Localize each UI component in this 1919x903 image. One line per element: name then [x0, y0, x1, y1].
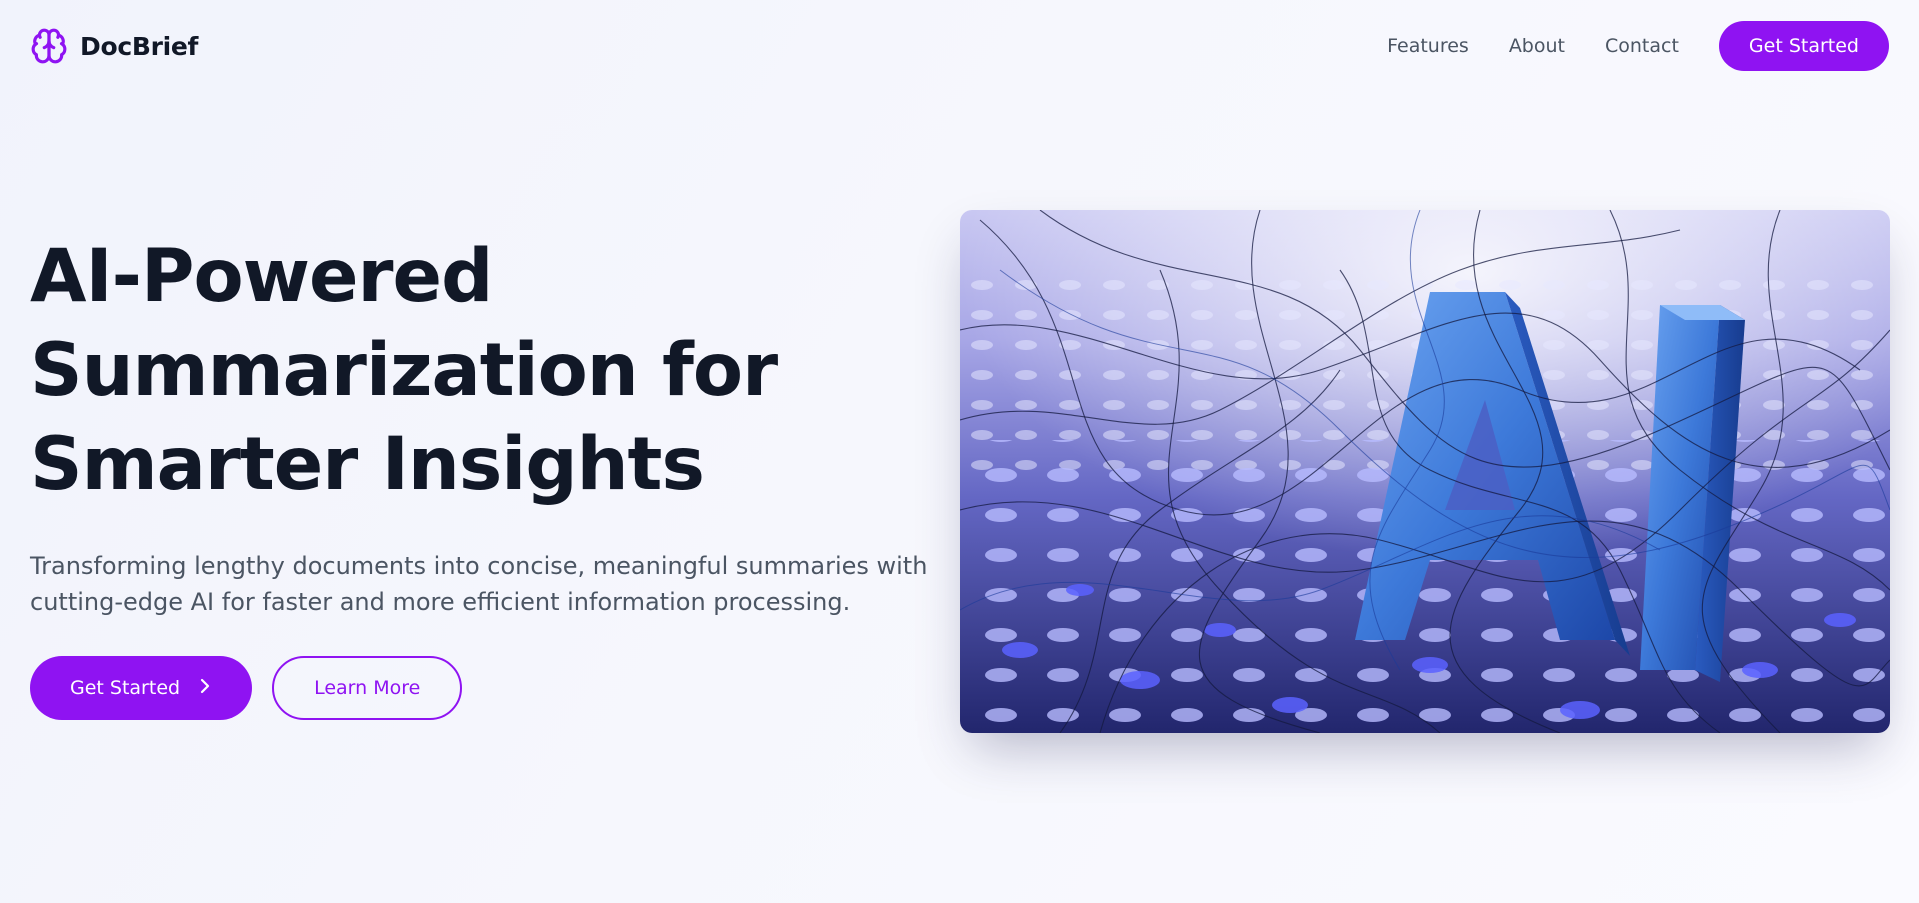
- brain-icon: [30, 27, 68, 65]
- nav-link-contact[interactable]: Contact: [1605, 35, 1679, 57]
- chevron-right-icon: [198, 677, 212, 700]
- hero-get-started-button[interactable]: Get Started: [30, 656, 253, 720]
- hero-title: AI-Powered Summarization for Smarter Ins…: [30, 234, 778, 507]
- nav-get-started-button[interactable]: Get Started: [1718, 21, 1889, 71]
- brand-logo[interactable]: DocBrief: [30, 27, 198, 65]
- nav-menu: Features About Contact Get Started: [1387, 21, 1889, 71]
- hero-learn-more-button[interactable]: Learn More: [272, 656, 463, 720]
- hero-subtitle: Transforming lengthy documents into conc…: [30, 552, 928, 616]
- nav-link-about[interactable]: About: [1509, 35, 1565, 57]
- hero-ai-illustration: [960, 210, 1890, 733]
- hero-buttons: Get Started Learn More: [30, 656, 950, 720]
- top-navbar: DocBrief Features About Contact Get Star…: [0, 0, 1919, 92]
- brand-name: DocBrief: [80, 31, 199, 61]
- hero-get-started-label: Get Started: [70, 677, 181, 699]
- hero-content: AI-Powered Summarization for Smarter Ins…: [30, 230, 950, 720]
- nav-link-features[interactable]: Features: [1387, 35, 1469, 57]
